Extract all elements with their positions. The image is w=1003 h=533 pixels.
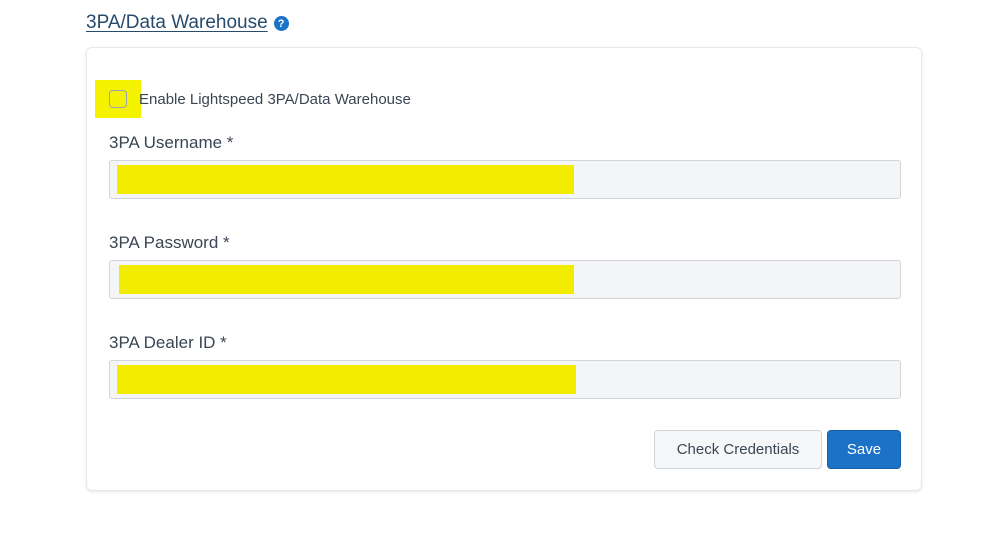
dealer-id-label: 3PA Dealer ID *: [109, 333, 227, 352]
settings-card: Enable Lightspeed 3PA/Data Warehouse 3PA…: [86, 47, 922, 491]
section-header: 3PA/Data Warehouse ?: [86, 12, 289, 34]
dealer-id-input[interactable]: [109, 360, 901, 399]
section-title-link[interactable]: 3PA/Data Warehouse: [86, 12, 268, 34]
password-input[interactable]: [109, 260, 901, 299]
username-redaction: [117, 165, 574, 194]
enable-row: Enable Lightspeed 3PA/Data Warehouse: [95, 80, 411, 118]
username-label: 3PA Username *: [109, 133, 234, 152]
enable-checkbox[interactable]: [109, 90, 127, 108]
enable-checkbox-label[interactable]: Enable Lightspeed 3PA/Data Warehouse: [139, 91, 411, 108]
enable-checkbox-wrapper[interactable]: [95, 80, 141, 118]
password-redaction: [119, 265, 574, 294]
question-circle-icon[interactable]: ?: [273, 16, 289, 31]
password-label: 3PA Password *: [109, 233, 230, 252]
check-credentials-button[interactable]: Check Credentials: [654, 430, 822, 469]
dealer-id-redaction: [117, 365, 576, 394]
page: 3PA/Data Warehouse ? Enable Lightspeed 3…: [0, 0, 1003, 533]
username-input[interactable]: [109, 160, 901, 199]
save-button[interactable]: Save: [827, 430, 901, 469]
